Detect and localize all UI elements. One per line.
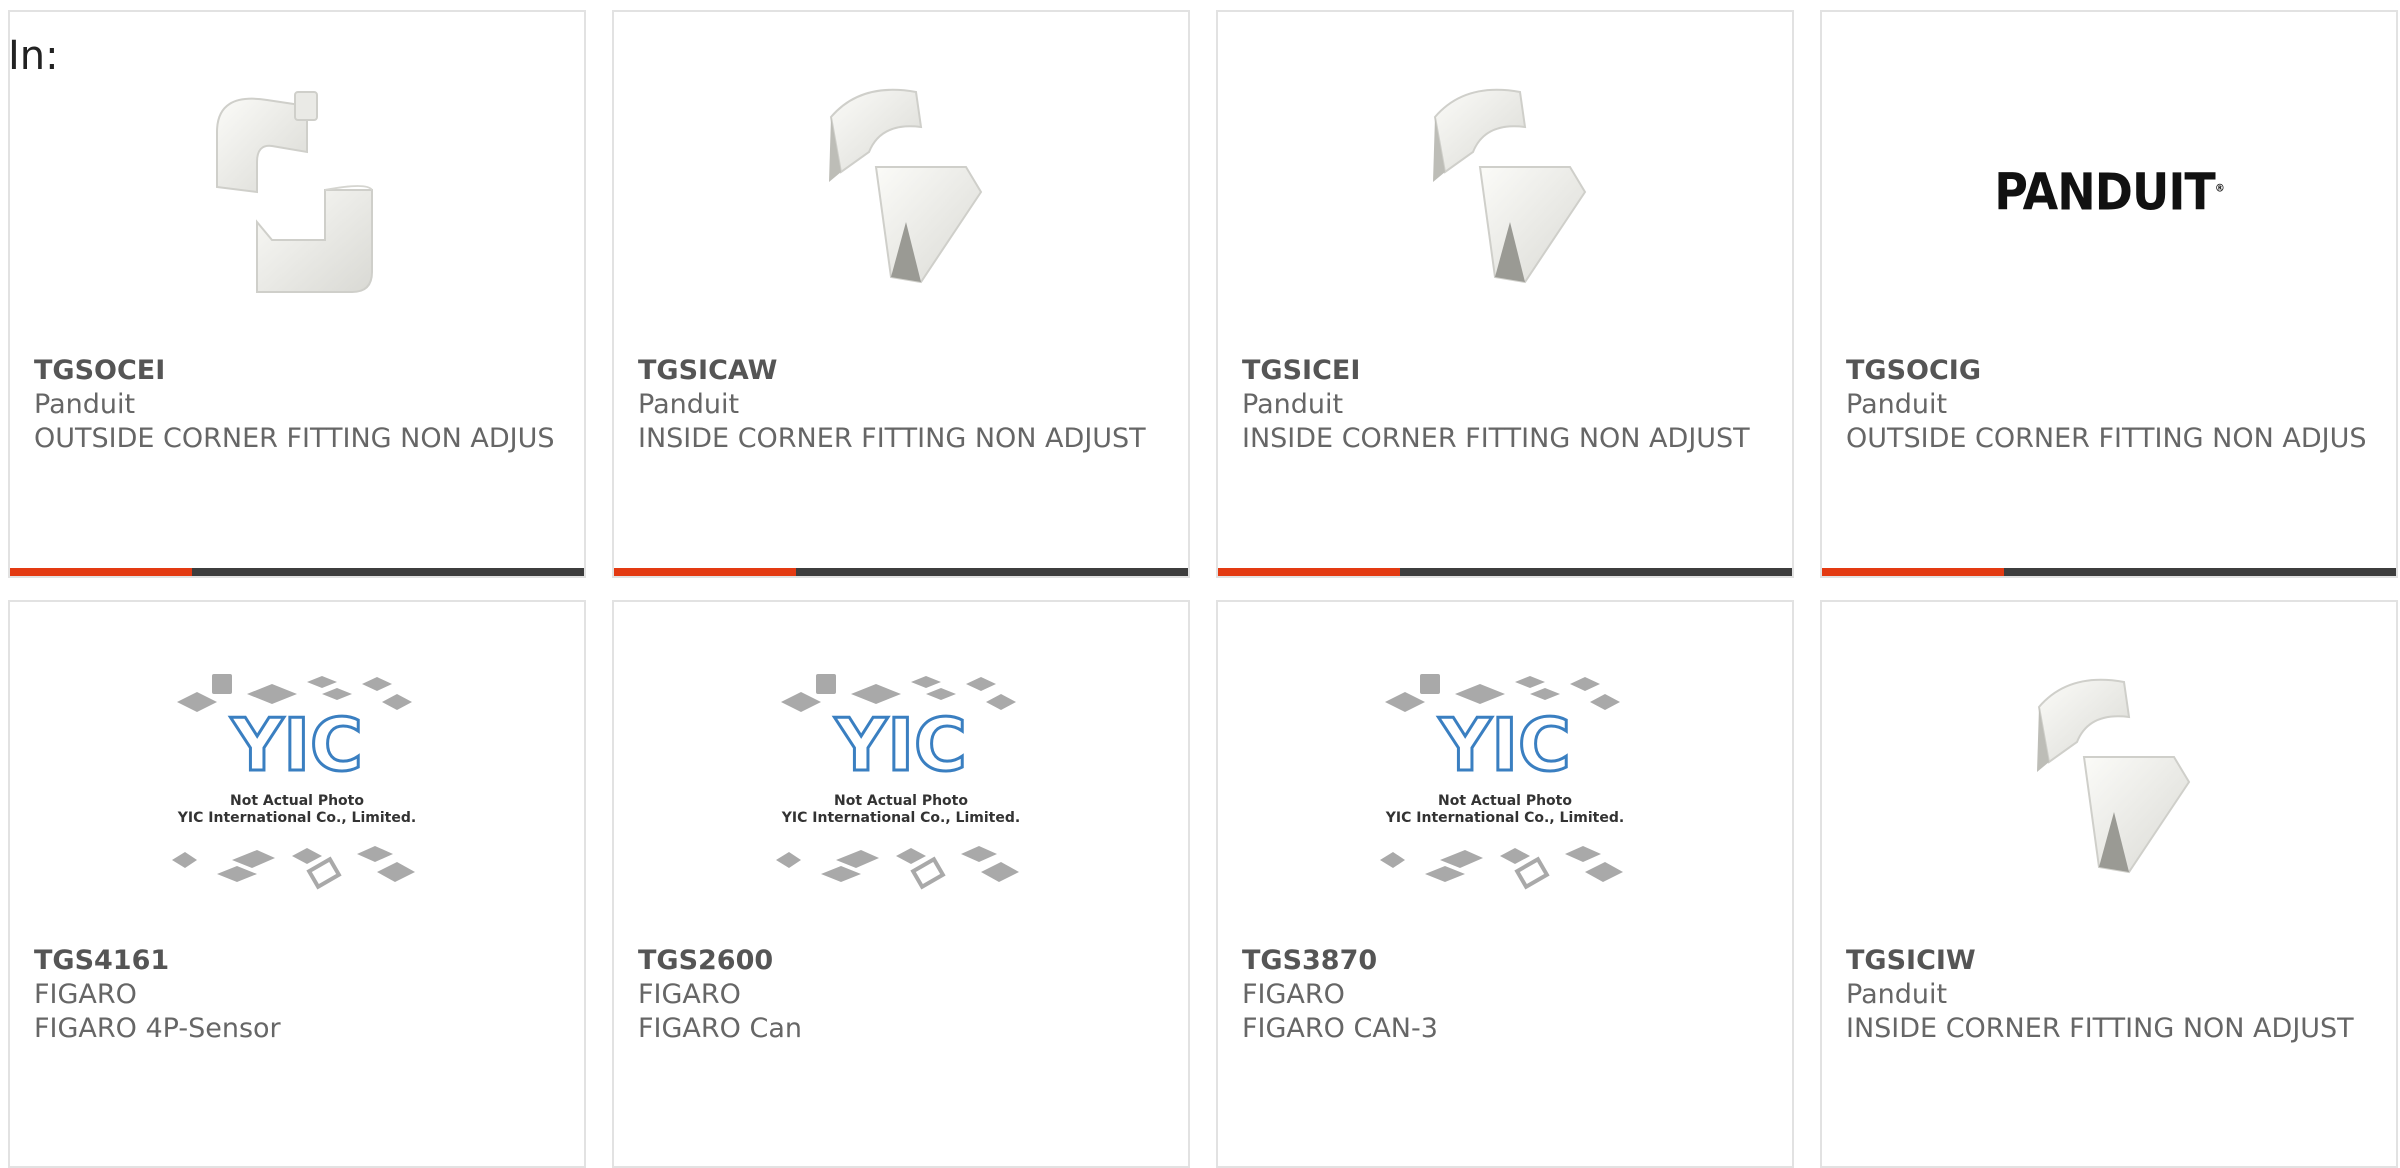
in-label: In: bbox=[8, 33, 59, 79]
svg-text:Not Actual Photo: Not Actual Photo bbox=[834, 793, 968, 809]
panduit-logo-icon: PANDUIT® bbox=[1994, 162, 2225, 222]
product-image[interactable]: YIC Not Actual Photo YIC International C… bbox=[614, 662, 1188, 902]
manufacturer: FIGARO bbox=[638, 979, 741, 1010]
svg-text:YIC International Co., Limited: YIC International Co., Limited. bbox=[177, 810, 416, 826]
part-number[interactable]: TGS3870 bbox=[1242, 944, 1772, 978]
product-image[interactable] bbox=[614, 72, 1188, 312]
product-card[interactable]: TGSICEI Panduit INSIDE CORNER FITTING NO… bbox=[1216, 10, 1794, 578]
part-number[interactable]: TGSICIW bbox=[1846, 944, 2376, 978]
product-image[interactable]: YIC Not Actual Photo YIC International C… bbox=[1218, 662, 1792, 902]
product-image[interactable] bbox=[1822, 662, 2396, 902]
description: INSIDE CORNER FITTING NON ADJUST bbox=[1846, 1013, 2354, 1044]
manufacturer: FIGARO bbox=[34, 979, 137, 1010]
manufacturer: Panduit bbox=[1846, 979, 1948, 1010]
manufacturer: Panduit bbox=[34, 389, 136, 420]
product-card[interactable]: TGSOCEI Panduit OUTSIDE CORNER FITTING N… bbox=[8, 10, 586, 578]
card-footer-bar bbox=[10, 568, 584, 576]
svg-text:Not Actual Photo: Not Actual Photo bbox=[230, 793, 364, 809]
product-image[interactable]: YIC Not Actual Photo YIC International C… bbox=[10, 662, 584, 902]
part-number[interactable]: TGSOCEI bbox=[34, 354, 564, 388]
manufacturer: FIGARO bbox=[1242, 979, 1345, 1010]
svg-text:Not Actual Photo: Not Actual Photo bbox=[1438, 793, 1572, 809]
not-actual-photo-placeholder-icon: YIC Not Actual Photo YIC International C… bbox=[776, 674, 1020, 890]
product-card[interactable]: YIC Not Actual Photo YIC International C… bbox=[8, 600, 586, 1168]
not-actual-photo-placeholder-icon: YIC Not Actual Photo YIC International C… bbox=[172, 674, 416, 890]
description: FIGARO Can bbox=[638, 1013, 802, 1044]
product-image[interactable] bbox=[1218, 72, 1792, 312]
card-footer-bar bbox=[1822, 568, 2396, 576]
manufacturer: Panduit bbox=[638, 389, 740, 420]
product-card[interactable]: PANDUIT® TGSOCIG Panduit OUTSIDE CORNER … bbox=[1820, 10, 2398, 578]
svg-text:YIC: YIC bbox=[834, 703, 967, 787]
product-card[interactable]: YIC Not Actual Photo YIC International C… bbox=[612, 600, 1190, 1168]
card-footer-bar bbox=[1218, 568, 1792, 576]
product-card[interactable]: YIC Not Actual Photo YIC International C… bbox=[1216, 600, 1794, 1168]
product-card[interactable]: TGSICAW Panduit INSIDE CORNER FITTING NO… bbox=[612, 10, 1190, 578]
svg-text:YIC: YIC bbox=[1438, 703, 1571, 787]
description: INSIDE CORNER FITTING NON ADJUST bbox=[1242, 423, 1750, 454]
part-number[interactable]: TGS4161 bbox=[34, 944, 564, 978]
description: FIGARO CAN-3 bbox=[1242, 1013, 1438, 1044]
product-image[interactable] bbox=[10, 72, 584, 312]
outside-corner-fitting-icon bbox=[216, 91, 373, 293]
description: OUTSIDE CORNER FITTING NON ADJUS bbox=[34, 423, 555, 454]
product-card[interactable]: TGSICIW Panduit INSIDE CORNER FITTING NO… bbox=[1820, 600, 2398, 1168]
manufacturer: Panduit bbox=[1242, 389, 1344, 420]
part-number[interactable]: TGSICAW bbox=[638, 354, 1168, 388]
description: INSIDE CORNER FITTING NON ADJUST bbox=[638, 423, 1146, 454]
part-number[interactable]: TGSOCIG bbox=[1846, 354, 2376, 388]
svg-text:YIC International Co., Limited: YIC International Co., Limited. bbox=[781, 810, 1020, 826]
product-image[interactable]: PANDUIT® bbox=[1822, 72, 2396, 312]
svg-text:YIC International Co., Limited: YIC International Co., Limited. bbox=[1385, 810, 1624, 826]
part-number[interactable]: TGSICEI bbox=[1242, 354, 1772, 388]
not-actual-photo-placeholder-icon: YIC Not Actual Photo YIC International C… bbox=[1380, 674, 1624, 890]
manufacturer: Panduit bbox=[1846, 389, 1948, 420]
description: OUTSIDE CORNER FITTING NON ADJUS bbox=[1846, 423, 2367, 454]
svg-text:YIC: YIC bbox=[230, 703, 363, 787]
inside-corner-fitting-icon bbox=[2037, 678, 2191, 874]
description: FIGARO 4P-Sensor bbox=[34, 1013, 281, 1044]
inside-corner-fitting-icon bbox=[1433, 88, 1587, 284]
part-number[interactable]: TGS2600 bbox=[638, 944, 1168, 978]
card-footer-bar bbox=[614, 568, 1188, 576]
inside-corner-fitting-icon bbox=[829, 88, 983, 284]
